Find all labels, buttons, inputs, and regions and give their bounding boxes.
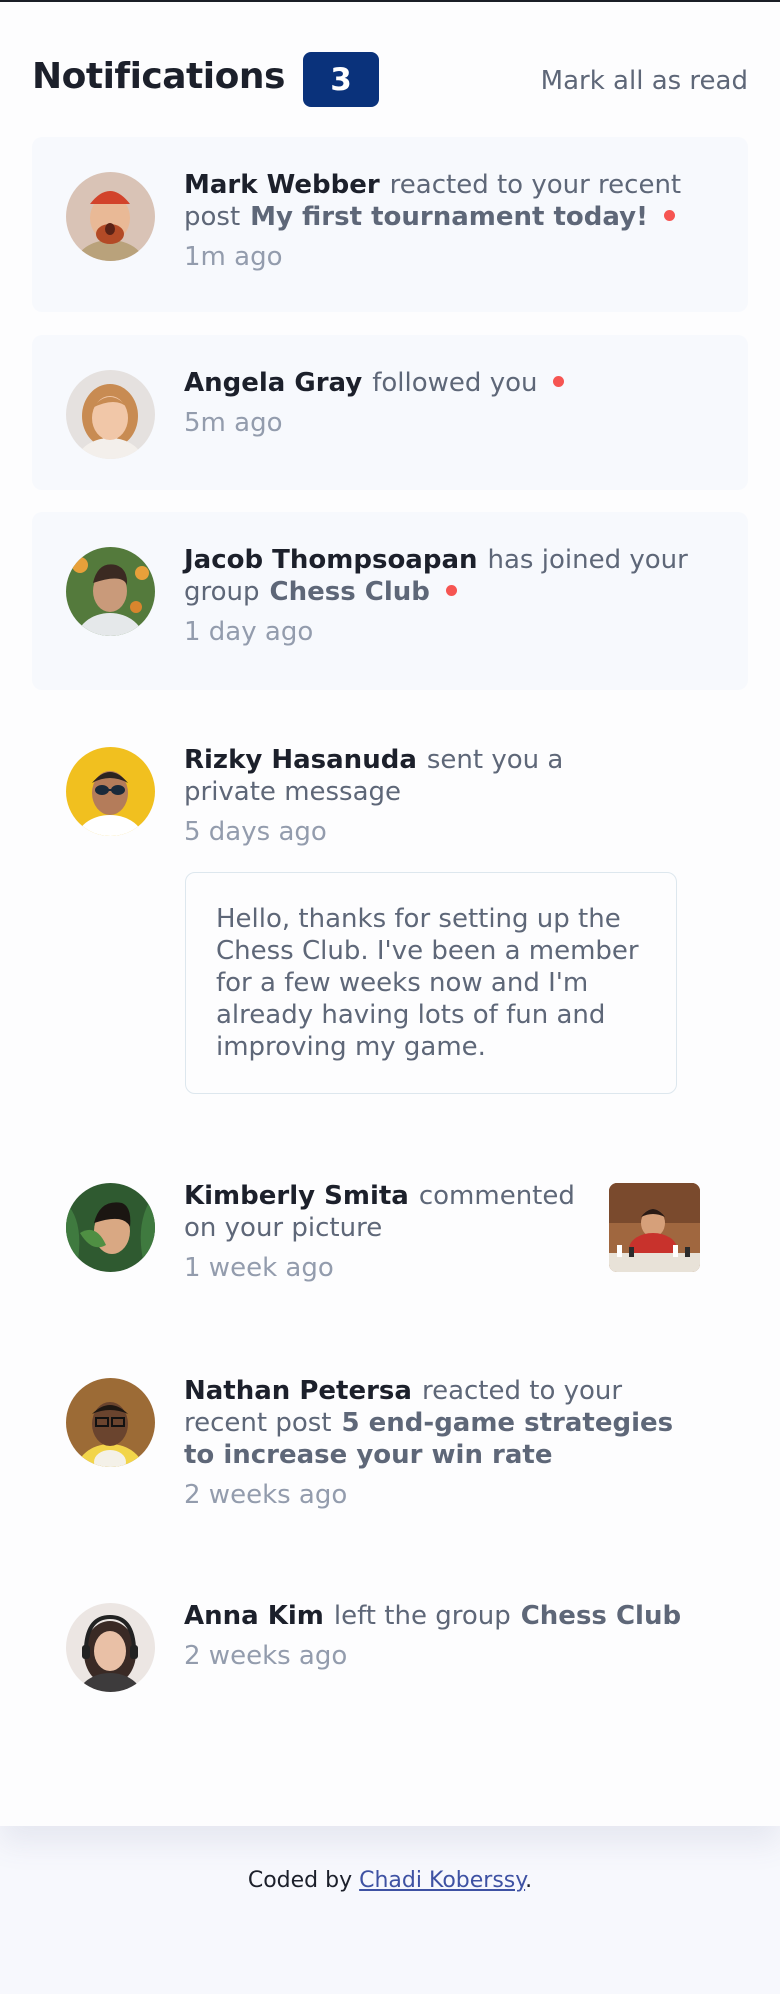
notification-action: followed you xyxy=(372,368,538,398)
attribution-prefix: Coded by xyxy=(247,1868,360,1893)
user-name[interactable]: Nathan Petersa xyxy=(184,1376,412,1406)
avatar[interactable] xyxy=(66,747,155,836)
attribution-suffix: . xyxy=(525,1868,533,1893)
attribution-footer: Coded by Chadi Koberssy. xyxy=(0,1868,780,1893)
timestamp: 5m ago xyxy=(184,408,283,438)
notification-item[interactable]: Nathan Petersa reacted to your recent pos… xyxy=(32,1347,748,1527)
author-link[interactable]: Chadi Koberssy xyxy=(359,1868,525,1893)
unread-dot xyxy=(445,585,457,596)
avatar[interactable] xyxy=(66,370,155,459)
commented-picture-thumbnail[interactable] xyxy=(609,1183,700,1272)
user-name[interactable]: Kimberly Smita xyxy=(184,1181,409,1211)
timestamp: 1 week ago xyxy=(184,1253,334,1283)
avatar[interactable] xyxy=(66,172,155,261)
page-title: Notifications xyxy=(32,56,285,97)
avatar[interactable] xyxy=(66,1378,155,1467)
timestamp: 5 days ago xyxy=(184,817,327,847)
notification-item[interactable]: Mark Webber reacted to your recent post My… xyxy=(32,137,748,312)
user-name[interactable]: Mark Webber xyxy=(184,170,380,200)
notification-item[interactable]: Anna Kim left the group Chess Club 2 weeks… xyxy=(32,1572,748,1712)
avatar[interactable] xyxy=(66,547,155,636)
unread-dot xyxy=(663,210,675,221)
user-name[interactable]: Rizky Hasanuda xyxy=(184,745,417,775)
user-name[interactable]: Angela Gray xyxy=(184,368,362,398)
timestamp: 2 weeks ago xyxy=(184,1641,348,1671)
timestamp: 1 day ago xyxy=(184,617,314,647)
mark-all-as-read-button[interactable]: Mark all as read xyxy=(541,66,748,96)
avatar[interactable] xyxy=(66,1183,155,1272)
user-name[interactable]: Anna Kim xyxy=(184,1601,324,1631)
unread-dot xyxy=(553,376,565,387)
avatar[interactable] xyxy=(66,1603,155,1692)
group-link[interactable]: Chess Club xyxy=(270,577,430,607)
notification-action: left the group xyxy=(333,1601,511,1631)
group-link[interactable]: Chess Club xyxy=(521,1601,681,1631)
notifications-card: Notifications 3 Mark all as read Mark We… xyxy=(0,2,780,1826)
notification-item[interactable]: Jacob Thompsoapan has joined your group Ch… xyxy=(32,512,748,690)
timestamp: 1m ago xyxy=(184,242,283,272)
timestamp: 2 weeks ago xyxy=(184,1480,348,1510)
unread-count-badge: 3 xyxy=(303,52,379,107)
notification-item[interactable]: Angela Gray followed you 5m ago xyxy=(32,335,748,490)
user-name[interactable]: Jacob Thompsoapan xyxy=(184,545,478,575)
post-link[interactable]: My first tournament today! xyxy=(250,202,648,232)
private-message-preview[interactable]: Hello, thanks for setting up the Chess C… xyxy=(185,872,677,1094)
